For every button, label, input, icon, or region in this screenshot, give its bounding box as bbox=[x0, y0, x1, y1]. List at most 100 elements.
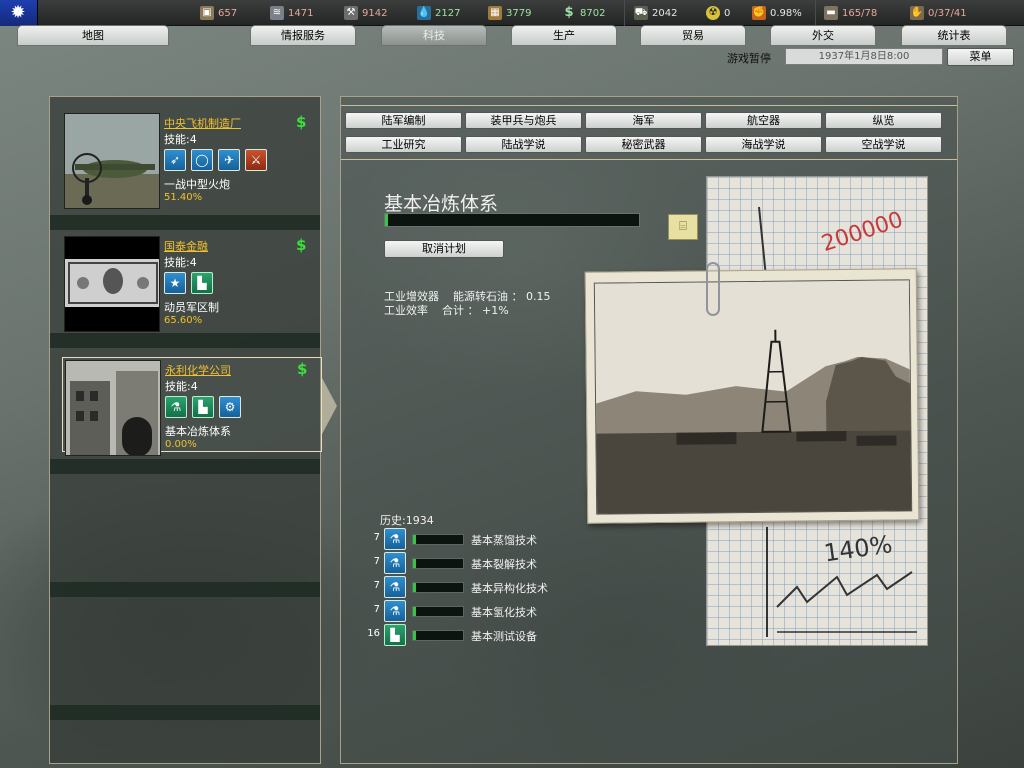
manpower-icon: ≋ bbox=[270, 6, 284, 20]
history-item-number: 7 bbox=[373, 580, 380, 591]
flask-icon: ⚗ bbox=[165, 396, 187, 418]
resource-rare[interactable]: ▦ 3779 bbox=[488, 5, 531, 21]
research-slot[interactable]: 国泰金融 技能:4 $ ★ ▙ 动员军区制 65.60% bbox=[62, 234, 320, 334]
history-progress-bar bbox=[412, 606, 464, 617]
resource-transports[interactable]: ⛟ 2042 bbox=[634, 5, 677, 21]
cancel-project-button[interactable]: 取消计划 bbox=[384, 240, 504, 258]
progress-fill bbox=[413, 583, 416, 592]
resource-value: 2127 bbox=[435, 7, 461, 19]
artillery-icon: ⚔ bbox=[245, 149, 267, 171]
team-progress: 65.60% bbox=[164, 315, 203, 326]
team-name: 国泰金融 bbox=[164, 240, 208, 253]
history-item[interactable]: 7 ⚗ 基本异构化技术 bbox=[360, 576, 600, 598]
resource-supplies[interactable]: ▣ 657 bbox=[200, 5, 237, 21]
category-army-organization[interactable]: 陆军编制 bbox=[345, 112, 462, 129]
tab-statistics[interactable]: 统计表 bbox=[901, 25, 1007, 46]
team-project: 基本冶炼体系 bbox=[165, 425, 231, 438]
category-navy[interactable]: 海军 bbox=[585, 112, 702, 129]
team-progress: 0.00% bbox=[165, 439, 197, 450]
category-air-doctrine[interactable]: 空战学说 bbox=[825, 136, 942, 153]
history-item-label: 基本异构化技术 bbox=[471, 582, 548, 595]
divider bbox=[815, 0, 816, 26]
gears-icon: ⚙ bbox=[219, 396, 241, 418]
resource-bar: ✹ ▣ 657 ≋ 1471 ⚒ 9142 💧 2127 ▦ 3779 $ 87… bbox=[0, 0, 1024, 26]
history-item-number: 7 bbox=[373, 532, 380, 543]
category-naval-doctrine[interactable]: 海战学说 bbox=[705, 136, 822, 153]
metal-icon: ⚒ bbox=[344, 6, 358, 20]
star-icon: ★ bbox=[164, 272, 186, 294]
supplies-icon: ▣ bbox=[200, 6, 214, 20]
resource-value: 9142 bbox=[362, 7, 388, 19]
category-aircraft[interactable]: 航空器 bbox=[705, 112, 822, 129]
factory-icon: ▙ bbox=[384, 624, 406, 646]
history-progress-bar bbox=[412, 534, 464, 545]
history-item[interactable]: 7 ⚗ 基本氢化技术 bbox=[360, 600, 600, 622]
paperclip-icon bbox=[706, 262, 720, 316]
category-overview[interactable]: 纵览 bbox=[825, 112, 942, 129]
history-year: 历史:1934 bbox=[380, 514, 434, 527]
team-skill: 技能:4 bbox=[164, 256, 197, 269]
history-item[interactable]: 16 ▙ 基本测试设备 bbox=[360, 624, 600, 646]
history-item[interactable]: 7 ⚗ 基本裂解技术 bbox=[360, 552, 600, 574]
tab-intelligence[interactable]: 情报服务 bbox=[250, 25, 356, 46]
slot-divider bbox=[50, 705, 320, 720]
category-industry[interactable]: 工业研究 bbox=[345, 136, 462, 153]
game-paused-label: 游戏暂停 bbox=[727, 52, 771, 65]
aircraft-engine-icon: ➶ bbox=[164, 149, 186, 171]
transports-icon: ⛟ bbox=[634, 6, 648, 20]
team-photo-building bbox=[65, 360, 161, 456]
nation-flag[interactable]: ✹ bbox=[0, 0, 38, 26]
history-item-number: 16 bbox=[367, 628, 380, 639]
resource-manpower[interactable]: ≋ 1471 bbox=[270, 5, 313, 21]
tech-title: 基本冶炼体系 bbox=[384, 193, 499, 215]
tech-progress-bar bbox=[384, 213, 640, 227]
divider bbox=[624, 0, 625, 26]
resource-value: 0/37/41 bbox=[928, 7, 967, 19]
resource-money[interactable]: $ 8702 bbox=[562, 5, 605, 21]
flask-icon: ⚗ bbox=[384, 552, 406, 574]
resource-value: 8702 bbox=[580, 7, 606, 19]
resource-oil[interactable]: 💧 2127 bbox=[417, 5, 460, 21]
resource-divisions[interactable]: ✋ 0/37/41 bbox=[910, 5, 967, 21]
resource-value: 0.98% bbox=[770, 7, 802, 19]
history-item-number: 7 bbox=[373, 556, 380, 567]
progress-fill bbox=[413, 559, 416, 568]
category-armor-artillery[interactable]: 装甲兵与炮兵 bbox=[465, 112, 582, 129]
resource-convoys[interactable]: ▬ 165/78 bbox=[824, 5, 877, 21]
category-land-doctrine[interactable]: 陆战学说 bbox=[465, 136, 582, 153]
resource-value: 0 bbox=[724, 7, 731, 19]
lightbulb-icon: ◯ bbox=[191, 149, 213, 171]
tab-technology[interactable]: 科技 bbox=[381, 25, 487, 46]
tab-diplomacy[interactable]: 外交 bbox=[770, 25, 876, 46]
tab-map[interactable]: 地图 bbox=[17, 25, 169, 46]
tab-trade[interactable]: 贸易 bbox=[640, 25, 746, 46]
resource-value: 2042 bbox=[652, 7, 678, 19]
tab-production[interactable]: 生产 bbox=[511, 25, 617, 46]
history-progress-bar bbox=[412, 558, 464, 569]
resource-dissent[interactable]: ✊ 0.98% bbox=[752, 5, 802, 21]
research-slot-selected[interactable]: 永利化学公司 技能:4 $ ⚗ ▙ ⚙ 基本冶炼体系 0.00% bbox=[62, 357, 322, 456]
team-skill: 技能:4 bbox=[165, 380, 198, 393]
research-slot[interactable]: 中央飞机制造厂 技能:4 $ ➶ ◯ ✈ ⚔ 一战中型火炮 51.40% bbox=[62, 111, 320, 211]
dollar-icon: $ bbox=[296, 113, 307, 131]
team-progress: 51.40% bbox=[164, 192, 203, 203]
team-project: 动员军区制 bbox=[164, 301, 219, 314]
team-photo-banknote bbox=[64, 236, 160, 332]
money-icon: $ bbox=[564, 5, 574, 20]
slot-divider bbox=[50, 215, 320, 230]
history-item[interactable]: 7 ⚗ 基本蒸馏技术 bbox=[360, 528, 600, 550]
resource-nuclear[interactable]: ☢ 0 bbox=[706, 5, 730, 21]
slot-divider bbox=[50, 459, 320, 474]
research-slots-panel: 中央飞机制造厂 技能:4 $ ➶ ◯ ✈ ⚔ 一战中型火炮 51.40% 国泰金… bbox=[49, 96, 322, 764]
slot-divider bbox=[50, 333, 320, 348]
sun-emblem-icon: ✹ bbox=[10, 2, 26, 23]
resource-value: 1471 bbox=[288, 7, 314, 19]
category-secret-weapons[interactable]: 秘密武器 bbox=[585, 136, 702, 153]
history-item-label: 基本蒸馏技术 bbox=[471, 534, 537, 547]
tech-effect: 工业效率 合计 ： +1% bbox=[384, 304, 509, 317]
document-stamp-icon: ⌸ bbox=[668, 214, 698, 240]
dollar-icon: $ bbox=[296, 236, 307, 254]
flask-icon: ⚗ bbox=[384, 600, 406, 622]
resource-metal[interactable]: ⚒ 9142 bbox=[344, 5, 387, 21]
menu-button[interactable]: 菜单 bbox=[947, 48, 1014, 66]
